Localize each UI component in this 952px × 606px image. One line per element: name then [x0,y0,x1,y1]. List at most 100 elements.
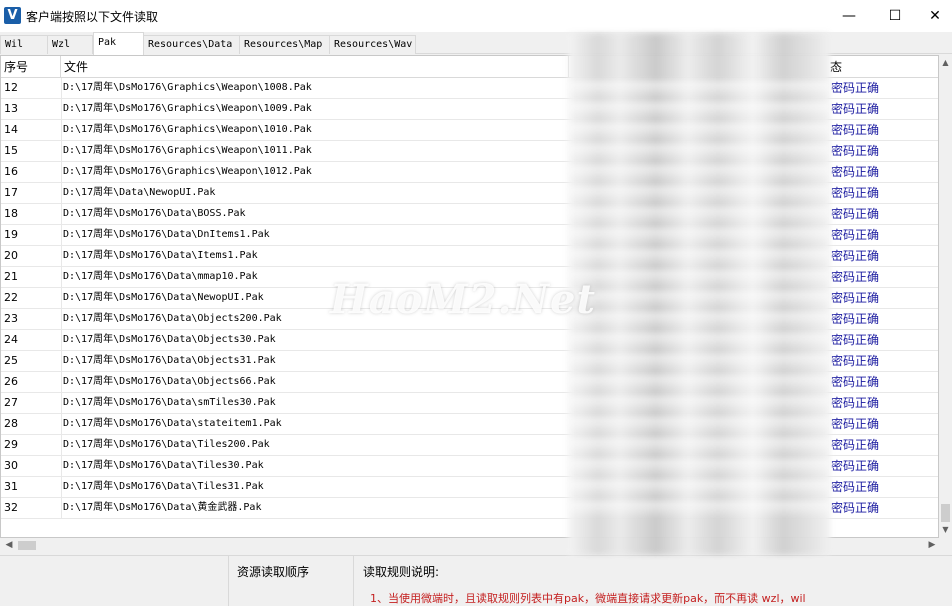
column-divider [61,372,62,393]
read-rule-line: 1、当使用微端时，且读取规则列表中有pak，微端直接请求更新pak，而不再读 w… [370,592,806,605]
bottom-panel: 资源读取顺序 读取规则说明: 1、当使用微端时，且读取规则列表中有pak，微端直… [0,555,952,606]
column-divider [61,99,62,120]
watermark: HaoM2.Net [330,276,596,323]
column-divider [61,225,62,246]
row-file-path: D:\17周年\DsMo176\Data\Items1.Pak [63,250,258,261]
row-status: 密码正确 [831,417,880,431]
row-number: 30 [4,459,18,472]
column-header-file[interactable]: 文件 [61,56,569,78]
column-divider [61,78,62,99]
row-file-path: D:\17周年\DsMo176\Data\stateitem1.Pak [63,418,282,429]
row-status: 密码正确 [831,123,880,137]
row-file-path: D:\17周年\DsMo176\Graphics\Weapon\1009.Pak [63,103,312,114]
row-status: 密码正确 [831,312,880,326]
row-file-path: D:\17周年\DsMo176\Data\smTiles30.Pak [63,397,276,408]
row-number: 23 [4,312,18,325]
scroll-left-icon[interactable]: ◀ [3,538,15,552]
row-status: 密码正确 [831,354,880,368]
row-status: 密码正确 [831,207,880,221]
resource-order-title: 资源读取顺序 [237,565,310,579]
row-file-path: D:\17周年\DsMo176\Graphics\Weapon\1011.Pak [63,145,312,156]
column-divider [61,120,62,141]
row-status: 密码正确 [831,228,880,242]
row-status: 密码正确 [831,375,880,389]
app-icon: V [4,7,21,24]
row-number: 25 [4,354,18,367]
column-divider [61,288,62,309]
row-number: 29 [4,438,18,451]
scroll-right-icon[interactable]: ▶ [926,538,938,552]
row-status: 密码正确 [831,249,880,263]
row-status: 密码正确 [831,438,880,452]
row-file-path: D:\17周年\DsMo176\Data\BOSS.Pak [63,208,246,219]
row-number: 28 [4,417,18,430]
row-file-path: D:\17周年\DsMo176\Graphics\Weapon\1010.Pak [63,124,312,135]
row-status: 密码正确 [831,396,880,410]
row-file-path: D:\17周年\DsMo176\Data\Objects66.Pak [63,376,276,387]
row-file-path: D:\17周年\DsMo176\Graphics\Weapon\1008.Pak [63,82,312,93]
row-status: 密码正确 [831,333,880,347]
vertical-scroll-thumb[interactable] [941,504,950,522]
column-divider [61,435,62,456]
row-number: 21 [4,270,18,283]
row-status: 密码正确 [831,459,880,473]
row-status: 密码正确 [831,291,880,305]
close-button[interactable]: ✕ [918,0,952,32]
row-file-path: D:\17周年\DsMo176\Data\Tiles30.Pak [63,460,264,471]
row-status: 密码正确 [831,102,880,116]
row-number: 13 [4,102,18,115]
column-header-num[interactable]: 序号 [1,56,61,78]
tab-resources-map[interactable]: Resources\Map [239,35,330,54]
column-divider [61,183,62,204]
column-divider [61,204,62,225]
column-divider [61,456,62,477]
horizontal-scroll-thumb[interactable] [18,541,36,550]
column-divider [61,141,62,162]
row-file-path: D:\17周年\DsMo176\Graphics\Weapon\1012.Pak [63,166,312,177]
row-number: 19 [4,228,18,241]
column-divider [61,162,62,183]
row-number: 15 [4,144,18,157]
column-divider [61,309,62,330]
column-divider [61,330,62,351]
minimize-button[interactable]: — [826,0,872,32]
tab-wzl[interactable]: Wzl [47,35,93,54]
row-status: 密码正确 [831,270,880,284]
row-status: 密码正确 [831,186,880,200]
row-number: 12 [4,81,18,94]
row-status: 密码正确 [831,480,880,494]
row-file-path: D:\17周年\DsMo176\Data\Objects30.Pak [63,334,276,345]
row-number: 31 [4,480,18,493]
tab-wil[interactable]: Wil [0,35,48,54]
row-number: 27 [4,396,18,409]
row-number: 20 [4,249,18,262]
column-divider [61,246,62,267]
title-bar: V 客户端按照以下文件读取 — ☐ ✕ [0,0,952,32]
row-number: 32 [4,501,18,514]
row-number: 16 [4,165,18,178]
column-divider [61,351,62,372]
column-divider [61,414,62,435]
scroll-up-icon[interactable]: ▲ [939,57,952,69]
row-file-path: D:\17周年\DsMo176\Data\DnItems1.Pak [63,229,270,240]
row-number: 14 [4,123,18,136]
row-status: 密码正确 [831,501,880,515]
column-header-status[interactable]: 态 [827,56,938,78]
row-status: 密码正确 [831,165,880,179]
vertical-scrollbar[interactable]: ▲ ▼ [939,55,952,538]
maximize-button[interactable]: ☐ [872,0,918,32]
tab-resources-wav[interactable]: Resources\Wav [329,35,416,54]
blurred-region-rows [568,77,830,517]
column-divider [61,498,62,519]
row-number: 26 [4,375,18,388]
tab-resources-data[interactable]: Resources\Data [143,35,240,54]
window-title: 客户端按照以下文件读取 [26,10,159,24]
tab-pak[interactable]: Pak [93,32,144,55]
row-file-path: D:\17周年\DsMo176\Data\Objects31.Pak [63,355,276,366]
column-divider [61,267,62,288]
column-divider [61,393,62,414]
scroll-down-icon[interactable]: ▼ [939,524,952,536]
resource-order-panel[interactable]: 资源读取顺序 [228,556,354,606]
row-file-path: D:\17周年\DsMo176\Data\黄金武器.Pak [63,502,262,513]
row-file-path: D:\17周年\DsMo176\Data\Tiles200.Pak [63,439,270,450]
